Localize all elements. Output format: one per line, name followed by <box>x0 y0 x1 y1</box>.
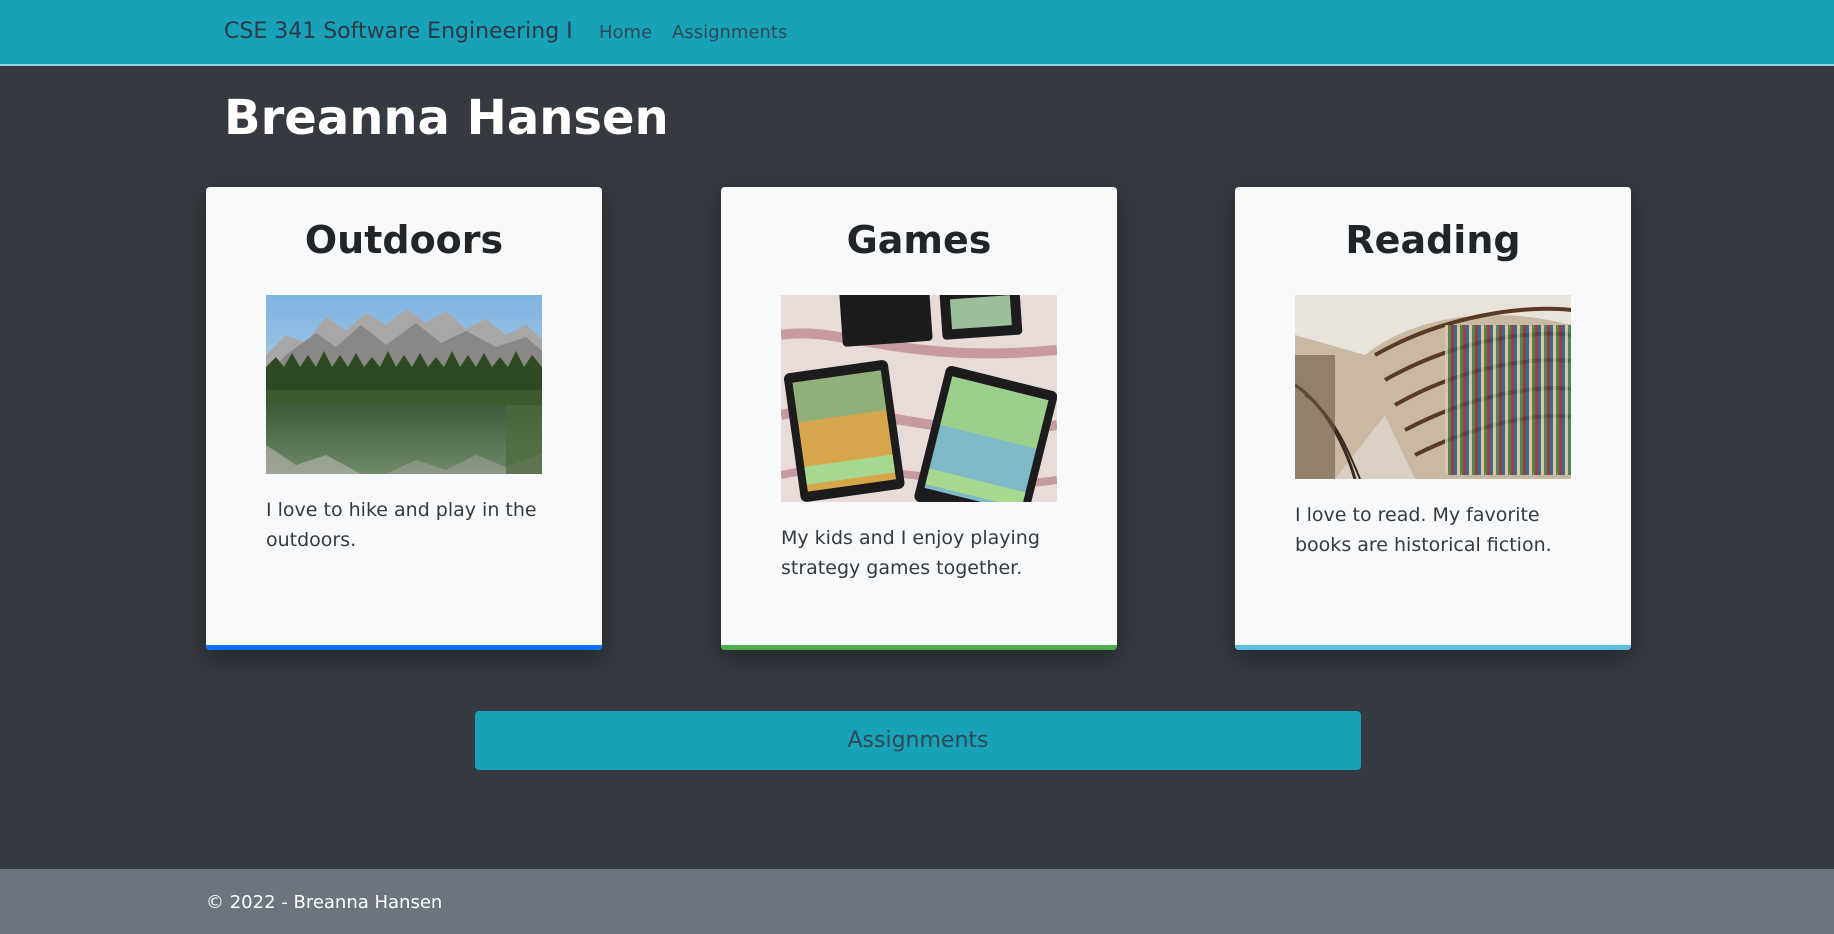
card-accent-bar <box>1235 645 1631 650</box>
top-navbar: CSE 341 Software Engineering I Home Assi… <box>0 0 1834 66</box>
mountain-lake-photo <box>266 295 542 474</box>
card-accent-bar <box>206 645 602 650</box>
card-reading: Reading I love to read. My favorite book… <box>1235 187 1631 650</box>
card-text: I love to read. My favorite books are hi… <box>1295 504 1552 556</box>
card-text: I love to hike and play in the outdoors. <box>266 499 537 551</box>
reading-image <box>1295 295 1571 479</box>
footer: © 2022 - Breanna Hansen <box>0 869 1834 934</box>
outdoors-image <box>266 295 542 474</box>
card-text: My kids and I enjoy playing strategy gam… <box>781 527 1040 579</box>
games-image <box>781 295 1057 502</box>
library-bookshelves-photo <box>1295 295 1571 479</box>
card-title: Outdoors <box>304 218 504 262</box>
card-outdoors: Outdoors I love to hike and play in the … <box>206 187 602 650</box>
card-title: Reading <box>1345 218 1521 262</box>
card-games: Games My kids and I enjoy playing strate… <box>721 187 1117 650</box>
navbar-brand[interactable]: CSE 341 Software Engineering I <box>224 18 573 46</box>
board-game-cards-photo <box>781 295 1057 502</box>
assignments-button[interactable]: Assignments <box>475 711 1361 770</box>
nav-link-home[interactable]: Home <box>599 21 652 45</box>
footer-copyright: © 2022 - Breanna Hansen <box>206 892 443 913</box>
nav-link-assignments[interactable]: Assignments <box>672 21 787 45</box>
card-accent-bar <box>721 645 1117 650</box>
card-title: Games <box>846 218 992 262</box>
page-title: Breanna Hansen <box>224 90 669 146</box>
